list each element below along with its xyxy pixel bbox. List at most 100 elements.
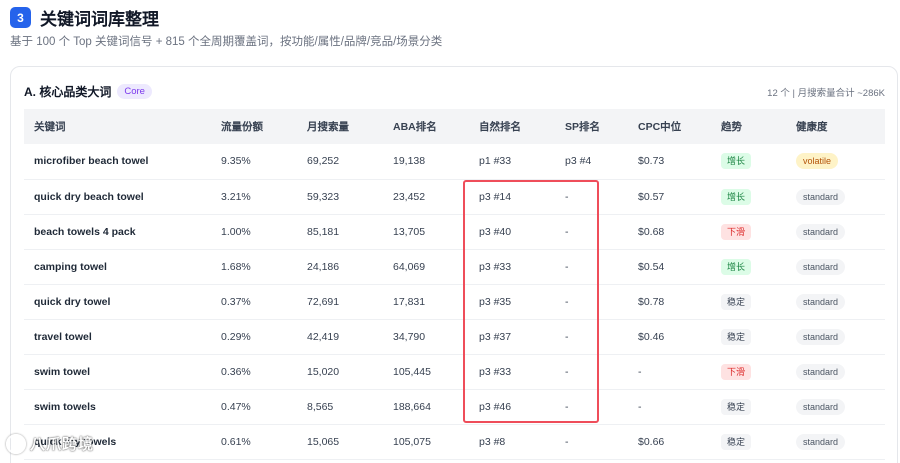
health-badge: standard <box>796 293 846 310</box>
step-badge: 3 <box>10 7 31 28</box>
column-header: 月搜索量 <box>297 109 383 144</box>
trend-cell: 下滑 <box>711 214 786 250</box>
section-header: 3 关键词词库整理 <box>10 5 159 30</box>
organic-rank-cell: p3 #35 <box>469 284 555 320</box>
trend-cell: 增长 <box>711 249 786 285</box>
sp-rank-cell: - <box>555 354 628 390</box>
sp-rank-cell: - <box>555 389 628 425</box>
aba-rank-cell: 23,452 <box>383 179 469 215</box>
traffic-share-cell: 1.00% <box>211 214 297 250</box>
cpc-cell: $0.78 <box>628 284 711 320</box>
health-cell: standard <box>786 319 885 355</box>
table-row: quick dry towels 0.61% 15,065 105,075 p3 #8-… <box>24 424 885 460</box>
table-row: quick dry towel 0.37% 72,691 17,831 p3 #35- $… <box>24 284 885 320</box>
table-row: quick dry beach towel 3.21% 59,323 23,452 p3… <box>24 179 885 215</box>
cpc-cell: $0.57 <box>628 179 711 215</box>
health-badge: standard <box>796 398 846 415</box>
watermark: 八爪跨境 <box>6 433 94 454</box>
health-badge: volatile <box>796 153 839 170</box>
aba-rank-cell: 17,831 <box>383 284 469 320</box>
table-header-row: 关键词 流量份额 月搜索量 ABA排名 自然排名 SP排名 CPC中位 趋势 健康度 <box>24 109 885 144</box>
table-row: beach towels 4 pack 1.00% 85,181 13,705 p3 #… <box>24 214 885 250</box>
traffic-share-cell: 1.68% <box>211 249 297 285</box>
cpc-cell: $0.73 <box>628 144 711 180</box>
page-subtitle: 基于 100 个 Top 关键词信号 + 815 个全周期覆盖词，按功能/属性/… <box>10 36 443 48</box>
traffic-share-cell: 0.36% <box>211 354 297 390</box>
trend-badge: 下滑 <box>721 363 752 380</box>
health-cell: standard <box>786 354 885 390</box>
column-header: 关键词 <box>24 109 211 144</box>
health-cell: standard <box>786 389 885 425</box>
organic-rank-cell: p3 #40 <box>469 214 555 250</box>
sp-rank-cell: - <box>555 214 628 250</box>
traffic-share-cell: 0.37% <box>211 284 297 320</box>
health-cell: standard <box>786 284 885 320</box>
column-header: SP排名 <box>555 109 628 144</box>
health-badge: standard <box>796 188 846 205</box>
keyword-cell: quick dry towel <box>24 284 211 320</box>
aba-rank-cell: 188,664 <box>383 389 469 425</box>
section-title: A. 核心品类大词 <box>24 85 112 99</box>
trend-cell: 增长 <box>711 179 786 215</box>
cpc-cell: $0.68 <box>628 214 711 250</box>
trend-badge: 增长 <box>721 153 752 170</box>
aba-rank-cell: 34,790 <box>383 319 469 355</box>
section-summary: 12 个 | 月搜索量合计 ~286K <box>767 88 885 99</box>
aba-rank-cell: 19,138 <box>383 144 469 180</box>
organic-rank-cell: p3 #33 <box>469 354 555 390</box>
sp-rank-cell: - <box>555 424 628 460</box>
core-tag: Core <box>117 84 152 99</box>
keyword-cell: travel towel <box>24 319 211 355</box>
sp-rank-cell: - <box>555 319 628 355</box>
column-header: ABA排名 <box>383 109 469 144</box>
table-row: swim towels 0.47% 8,565 188,664 p3 #46- - 稳定 st… <box>24 389 885 425</box>
cpc-cell: - <box>628 389 711 425</box>
traffic-share-cell: 0.47% <box>211 389 297 425</box>
column-header: 自然排名 <box>469 109 555 144</box>
monthly-volume-cell: 8,565 <box>297 389 383 425</box>
aba-rank-cell: 64,069 <box>383 249 469 285</box>
page-title: 关键词词库整理 <box>40 10 159 29</box>
organic-rank-cell: p1 #33 <box>469 144 555 180</box>
column-header: 健康度 <box>786 109 885 144</box>
cpc-cell: $0.66 <box>628 424 711 460</box>
trend-cell: 稳定 <box>711 424 786 460</box>
keyword-cell: microfiber beach towel <box>24 144 211 180</box>
trend-cell: 稳定 <box>711 319 786 355</box>
watermark-text: 八爪跨境 <box>30 436 95 453</box>
column-header: CPC中位 <box>628 109 711 144</box>
trend-badge: 稳定 <box>721 433 752 450</box>
trend-badge: 稳定 <box>721 328 752 345</box>
table-row: camping towel 1.68% 24,186 64,069 p3 #33- $0.… <box>24 249 885 285</box>
traffic-share-cell: 9.35% <box>211 144 297 180</box>
organic-rank-cell: p3 #14 <box>469 179 555 215</box>
monthly-volume-cell: 59,323 <box>297 179 383 215</box>
sp-rank-cell: - <box>555 249 628 285</box>
trend-badge: 增长 <box>721 258 752 275</box>
traffic-share-cell: 0.29% <box>211 319 297 355</box>
aba-rank-cell: 105,075 <box>383 424 469 460</box>
health-cell: standard <box>786 214 885 250</box>
keyword-cell: swim towel <box>24 354 211 390</box>
health-cell: standard <box>786 424 885 460</box>
trend-cell: 稳定 <box>711 284 786 320</box>
sp-rank-cell: - <box>555 179 628 215</box>
health-badge: standard <box>796 223 846 240</box>
keyword-cell: swim towels <box>24 389 211 425</box>
monthly-volume-cell: 69,252 <box>297 144 383 180</box>
organic-rank-cell: p3 #37 <box>469 319 555 355</box>
health-badge: standard <box>796 258 846 275</box>
organic-rank-cell: p3 #33 <box>469 249 555 285</box>
trend-cell: 下滑 <box>711 354 786 390</box>
health-badge: standard <box>796 433 846 450</box>
trend-cell: 稳定 <box>711 389 786 425</box>
table-row: swim towel 0.36% 15,020 105,445 p3 #33- - 下滑 st… <box>24 354 885 390</box>
traffic-share-cell: 3.21% <box>211 179 297 215</box>
sp-rank-cell: p3 #4 <box>555 144 628 180</box>
keyword-table: 关键词 流量份额 月搜索量 ABA排名 自然排名 SP排名 CPC中位 趋势 健康度 micro… <box>24 109 885 460</box>
monthly-volume-cell: 72,691 <box>297 284 383 320</box>
trend-badge: 增长 <box>721 188 752 205</box>
trend-badge: 稳定 <box>721 293 752 310</box>
trend-badge: 稳定 <box>721 398 752 415</box>
keyword-cell: quick dry beach towel <box>24 179 211 215</box>
